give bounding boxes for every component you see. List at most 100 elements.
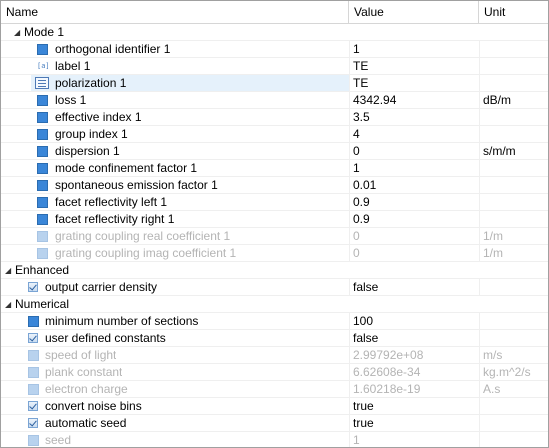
property-name: label 1 (55, 59, 91, 73)
blue-square-icon (37, 197, 48, 208)
group-row-mode[interactable]: ◢ Mode 1 (1, 24, 548, 41)
property-row[interactable]: minimum number of sections 100 (1, 313, 548, 330)
column-divider (349, 177, 350, 193)
property-row[interactable]: plank constant 6.62608e-34 kg.m^2/s (1, 364, 548, 381)
checkbox-icon[interactable] (28, 418, 38, 428)
property-row[interactable]: dispersion 1 0 s/m/m (1, 143, 548, 160)
blue-square-icon (37, 112, 48, 123)
property-name: effective index 1 (55, 110, 142, 124)
blue-square-icon (28, 435, 39, 446)
blue-square-icon (37, 129, 48, 140)
property-row[interactable]: grating coupling imag coefficient 1 0 1/m (1, 245, 548, 262)
column-divider (479, 228, 480, 244)
property-row[interactable]: facet reflectivity left 1 0.9 (1, 194, 548, 211)
property-row[interactable]: mode confinement factor 1 1 (1, 160, 548, 177)
property-unit (483, 398, 545, 414)
group-row-enhanced[interactable]: ◢ Enhanced (1, 262, 548, 279)
property-unit: dB/m (483, 93, 512, 107)
property-name: polarization 1 (55, 76, 127, 90)
property-row[interactable]: orthogonal identifier 1 1 (1, 41, 548, 58)
column-divider (479, 245, 480, 261)
property-name: electron charge (45, 382, 128, 396)
column-divider (349, 245, 350, 261)
property-value[interactable]: true (353, 415, 477, 431)
column-divider (479, 415, 480, 431)
property-row[interactable]: polarization 1 TE (1, 75, 548, 92)
property-value[interactable]: 0.9 (353, 194, 477, 210)
column-divider (349, 364, 350, 380)
property-name: speed of light (45, 348, 117, 362)
column-header-value[interactable]: Value (349, 1, 479, 23)
property-row[interactable]: [a] label 1 TE (1, 58, 548, 75)
column-header-unit[interactable]: Unit (479, 1, 548, 23)
property-value[interactable]: true (353, 398, 477, 414)
property-name: plank constant (45, 365, 123, 379)
property-row[interactable]: seed 1 (1, 432, 548, 447)
column-divider (349, 126, 350, 142)
blue-square-icon (28, 384, 39, 395)
property-row[interactable]: user defined constants false (1, 330, 548, 347)
property-row[interactable]: facet reflectivity right 1 0.9 (1, 211, 548, 228)
column-divider (479, 364, 480, 380)
blue-square-icon (37, 231, 48, 242)
group-label: Enhanced (15, 263, 70, 277)
property-name: user defined constants (45, 331, 166, 345)
property-row[interactable]: speed of light 2.99792e+08 m/s (1, 347, 548, 364)
expand-arrow-icon[interactable]: ◢ (14, 24, 24, 40)
column-divider (479, 58, 480, 74)
blue-square-icon (28, 316, 39, 327)
property-value[interactable]: 4 (353, 126, 477, 142)
property-value[interactable]: 1 (353, 41, 477, 57)
checkbox-icon[interactable] (28, 333, 38, 343)
property-value[interactable]: 1 (353, 160, 477, 176)
column-divider (479, 194, 480, 210)
property-value[interactable]: 100 (353, 313, 477, 329)
group-row-numerical[interactable]: ◢ Numerical (1, 296, 548, 313)
column-divider (349, 381, 350, 397)
property-unit (483, 126, 545, 142)
property-row[interactable]: convert noise bins true (1, 398, 548, 415)
column-header: Name Value Unit (1, 1, 548, 24)
property-value[interactable]: 4342.94 (353, 92, 477, 108)
property-value[interactable]: 0.01 (353, 177, 477, 193)
property-unit: 1/m (483, 246, 504, 260)
property-value[interactable]: false (353, 330, 477, 346)
property-name: facet reflectivity right 1 (55, 212, 175, 226)
property-row[interactable]: output carrier density false (1, 279, 548, 296)
property-value: 6.62608e-34 (353, 365, 421, 379)
property-row[interactable]: automatic seed true (1, 415, 548, 432)
property-value[interactable]: 0.9 (353, 211, 477, 227)
property-name: grating coupling imag coefficient 1 (55, 246, 237, 260)
property-value[interactable]: false (353, 279, 477, 295)
property-value[interactable]: TE (353, 58, 477, 74)
property-row[interactable]: electron charge 1.60218e-19 A.s (1, 381, 548, 398)
column-divider (479, 160, 480, 176)
property-row[interactable]: loss 1 4342.94 dB/m (1, 92, 548, 109)
property-name: output carrier density (45, 280, 158, 294)
expand-arrow-icon[interactable]: ◢ (5, 296, 15, 312)
column-header-name[interactable]: Name (1, 1, 349, 23)
column-divider (349, 160, 350, 176)
property-value[interactable]: TE (353, 75, 477, 91)
expand-arrow-icon[interactable]: ◢ (5, 262, 15, 278)
property-row[interactable]: grating coupling real coefficient 1 0 1/m (1, 228, 548, 245)
property-unit: m/s (483, 348, 503, 362)
property-name: orthogonal identifier 1 (55, 42, 171, 56)
property-value[interactable]: 3.5 (353, 109, 477, 125)
property-name: grating coupling real coefficient 1 (55, 229, 231, 243)
property-value[interactable]: 0 (353, 143, 477, 159)
property-row[interactable]: group index 1 4 (1, 126, 548, 143)
column-divider (479, 398, 480, 414)
checkbox-icon[interactable] (28, 282, 38, 292)
blue-square-icon (37, 95, 48, 106)
column-divider (479, 177, 480, 193)
property-grid: Name Value Unit ◢ Mode 1 orthogonal identi… (0, 0, 549, 448)
blue-square-icon (37, 180, 48, 191)
property-name: seed (45, 433, 72, 447)
property-row[interactable]: spontaneous emission factor 1 0.01 (1, 177, 548, 194)
column-divider (349, 279, 350, 295)
property-row[interactable]: effective index 1 3.5 (1, 109, 548, 126)
property-name: dispersion 1 (55, 144, 120, 158)
polarization-icon (35, 77, 49, 89)
checkbox-icon[interactable] (28, 401, 38, 411)
